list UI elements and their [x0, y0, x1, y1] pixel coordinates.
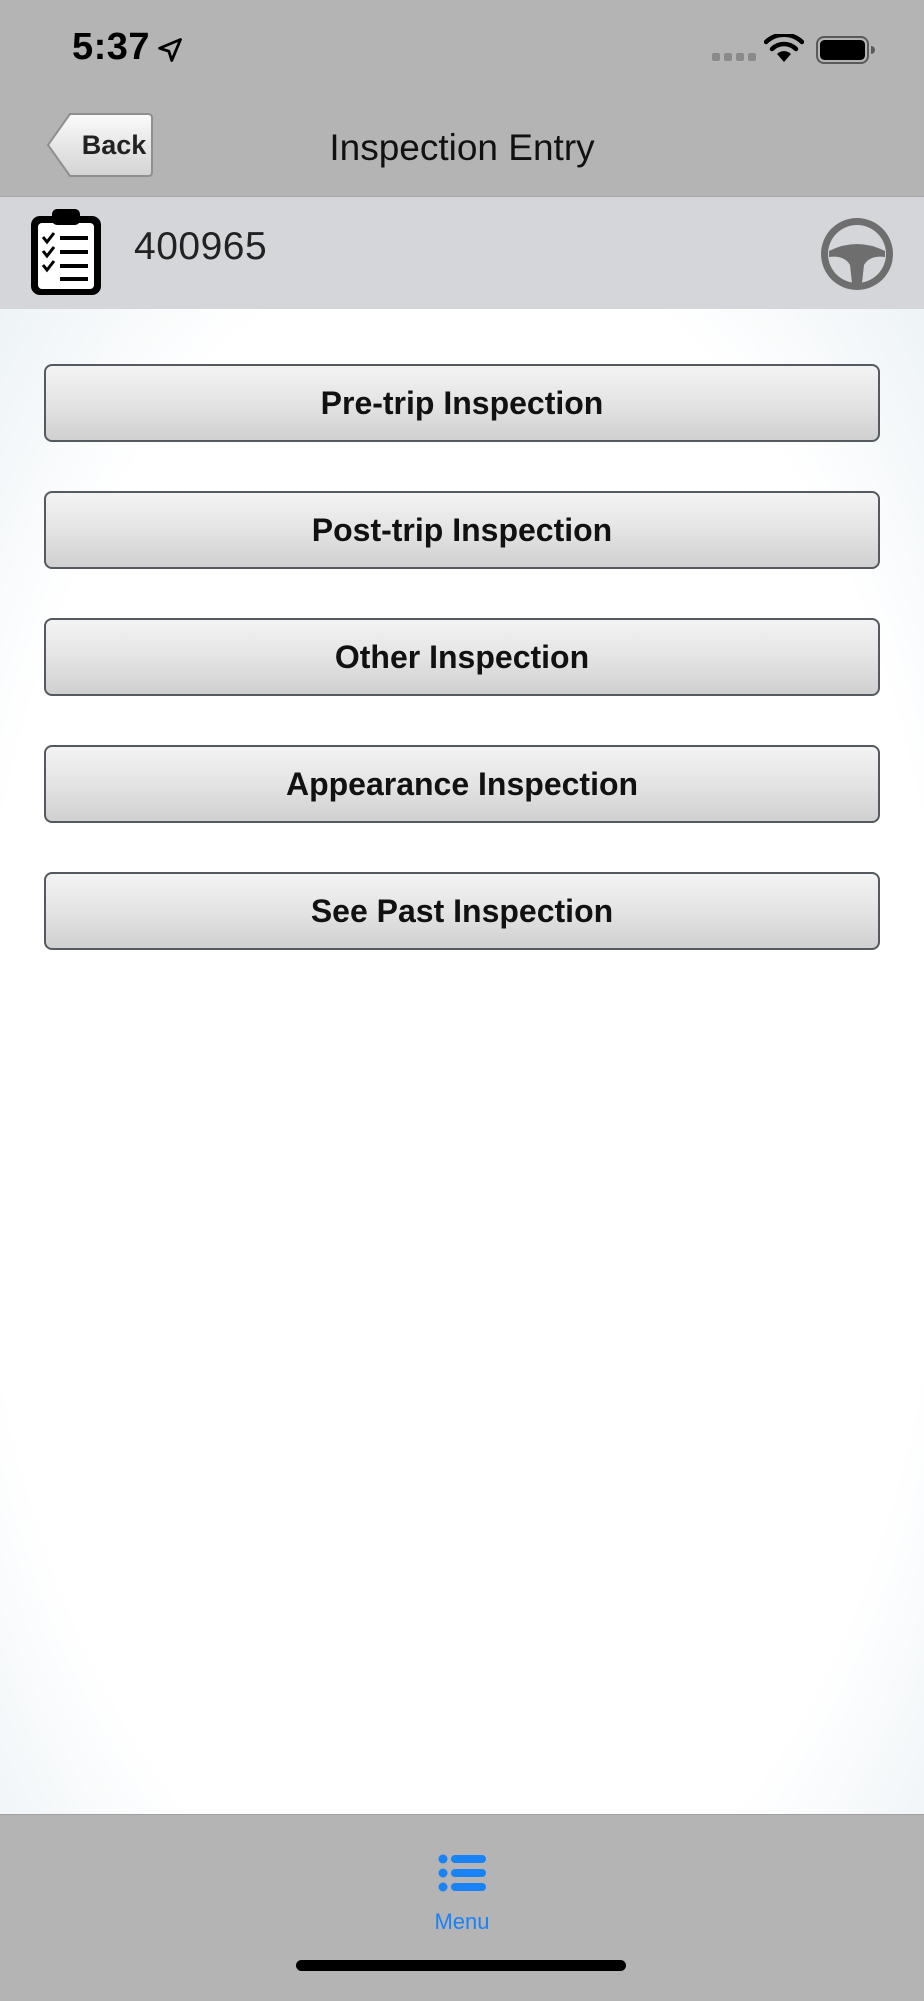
home-indicator	[296, 1960, 626, 1971]
back-button[interactable]: Back	[46, 112, 154, 178]
see-past-inspection-button[interactable]: See Past Inspection	[44, 872, 880, 950]
wifi-icon	[764, 34, 804, 62]
battery-icon	[816, 36, 875, 64]
list-icon	[438, 1854, 486, 1892]
tab-menu-label: Menu	[434, 1909, 490, 1934]
vehicle-number: 400965	[134, 225, 268, 268]
location-arrow-icon	[158, 38, 182, 62]
clipboard-checklist-icon	[31, 209, 101, 295]
status-time: 5:37	[72, 26, 151, 68]
appearance-inspection-button[interactable]: Appearance Inspection	[44, 745, 880, 823]
back-button-label: Back	[81, 130, 147, 160]
status-bar: 5:37	[0, 0, 924, 100]
cellular-signal-icon	[712, 53, 756, 61]
navigation-bar: Inspection Entry Back	[0, 100, 924, 196]
post-trip-inspection-button[interactable]: Post-trip Inspection	[44, 491, 880, 569]
tab-menu[interactable]: Menu	[412, 1835, 512, 1945]
steering-wheel-icon[interactable]	[818, 215, 896, 293]
pre-trip-inspection-button[interactable]: Pre-trip Inspection	[44, 364, 880, 442]
tab-bar: Menu	[0, 1814, 924, 2001]
other-inspection-button[interactable]: Other Inspection	[44, 618, 880, 696]
vehicle-header: 400965	[0, 196, 924, 309]
inspection-menu: Pre-trip Inspection Post-trip Inspection…	[44, 364, 880, 999]
